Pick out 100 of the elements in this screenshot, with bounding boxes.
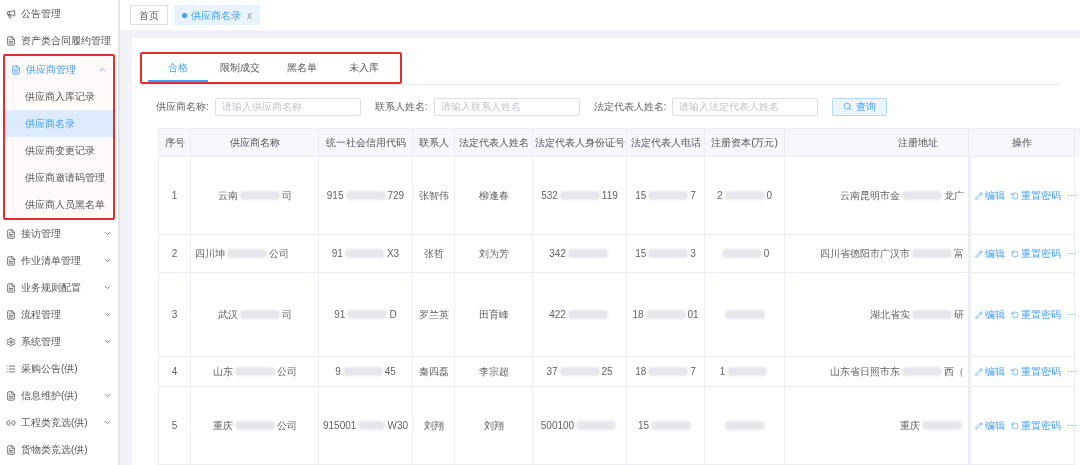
blurred-mask: [234, 367, 275, 376]
reset-password-link[interactable]: 重置密码: [1011, 246, 1061, 261]
table-cell-text: 7: [690, 189, 696, 203]
table-cell-text: 45: [384, 365, 396, 379]
document-icon: [6, 228, 16, 239]
column-header: 法定代表人电话: [630, 136, 701, 150]
sidebar-item[interactable]: 业务规则配置: [0, 274, 118, 301]
blurred-mask: [902, 367, 942, 376]
reset-password-link[interactable]: 重置密码: [1011, 364, 1061, 379]
table-cell-text: 公司: [269, 247, 289, 261]
sidebar-item[interactable]: 作业清单管理: [0, 247, 118, 274]
edit-link[interactable]: 编辑: [975, 246, 1005, 261]
reset-icon: [1011, 249, 1019, 258]
chevron-down-icon: [103, 418, 112, 427]
table-cell-text: 罗兰英: [418, 308, 449, 322]
more-button[interactable]: ⋯: [1067, 418, 1077, 433]
table-cell-text: 18: [632, 308, 644, 322]
more-button[interactable]: ⋯: [1067, 188, 1077, 203]
pencil-icon: [975, 367, 983, 376]
blurred-mask: [902, 191, 942, 200]
blurred-mask: [567, 310, 608, 319]
table-cell-text: 729: [387, 189, 405, 203]
sidebar-item[interactable]: 系统管理: [0, 328, 118, 355]
table-cell-text: 重庆: [900, 419, 920, 433]
sidebar-item[interactable]: 流程管理: [0, 301, 118, 328]
table-cell-text: 刘为芳: [478, 247, 509, 261]
chevron-down-icon: [103, 283, 112, 292]
status-tab[interactable]: 合格: [148, 54, 208, 82]
chevron-down-icon: [103, 391, 112, 400]
sidebar-subitem[interactable]: 供应商名录: [5, 110, 113, 137]
blurred-mask: [342, 367, 383, 376]
table-cell-text: 91: [334, 308, 346, 322]
sidebar-subitem[interactable]: 供应商邀请码管理: [5, 164, 113, 191]
status-tab[interactable]: 未入库: [334, 54, 394, 82]
chevron-down-icon: [103, 337, 112, 346]
sidebar-subitem[interactable]: 供应商变更记录: [5, 137, 113, 164]
settings-icon: [6, 336, 16, 347]
table-cell-text: 2: [171, 247, 178, 261]
chevron-down-icon: [103, 256, 112, 265]
edit-link[interactable]: 编辑: [975, 188, 1005, 203]
blurred-mask: [645, 310, 686, 319]
blurred-mask: [648, 249, 689, 258]
table-cell-text: 云南昆明市金: [840, 189, 900, 203]
sidebar-item[interactable]: 工程类竞选(供): [0, 409, 118, 436]
blurred-mask: [651, 421, 692, 430]
blurred-mask: [922, 421, 962, 430]
table-cell-text: 25: [601, 365, 613, 379]
page-tab[interactable]: 首页: [130, 5, 168, 25]
blurred-mask: [724, 310, 765, 319]
table-cell-text: 四川坤: [195, 247, 225, 261]
sidebar-item[interactable]: 供应商管理: [5, 56, 113, 83]
table-cell-text: 1: [171, 189, 178, 203]
sidebar-subitem[interactable]: 供应商人员黑名单: [5, 191, 113, 218]
sidebar-subitem[interactable]: 供应商入库记录: [5, 83, 113, 110]
edit-link[interactable]: 编辑: [975, 364, 1005, 379]
blurred-mask: [724, 421, 765, 430]
status-tab[interactable]: 黑名单: [272, 54, 332, 82]
table-cell-text: 云南: [217, 189, 238, 203]
column-header: 法定代表人姓名: [458, 136, 529, 150]
edit-link[interactable]: 编辑: [975, 307, 1005, 322]
search-button[interactable]: 查询: [832, 97, 888, 116]
sidebar-item[interactable]: 货物类竞选(供): [0, 436, 118, 463]
more-button[interactable]: ⋯: [1067, 364, 1077, 379]
column-header: 供应商名称: [229, 136, 280, 150]
table-cell-text: 山东: [212, 365, 233, 379]
column-header: 统一社会信用代码: [325, 136, 406, 150]
filter-label: 法定代表人姓名:: [593, 100, 667, 114]
sidebar-item[interactable]: 接访管理: [0, 220, 118, 247]
table-cell-text: 15: [637, 419, 650, 433]
table-cell-text: 刘翔: [483, 419, 504, 433]
blurred-mask: [648, 191, 689, 200]
more-button[interactable]: ⋯: [1067, 246, 1077, 261]
table-cell-text: 张哲: [423, 247, 444, 261]
sidebar-item[interactable]: 采购公告(供): [0, 355, 118, 382]
reset-password-link[interactable]: 重置密码: [1011, 307, 1061, 322]
table-cell-text: 18: [635, 365, 647, 379]
reset-password-link[interactable]: 重置密码: [1011, 418, 1061, 433]
table-cell-text: 91: [331, 247, 343, 261]
table-cell-text: 武汉: [217, 308, 238, 322]
pencil-icon: [975, 310, 983, 319]
sidebar-item[interactable]: 资产类合同履约管理: [0, 27, 118, 54]
table-cell-text: 柳逢春: [478, 189, 509, 203]
table-cell-text: 15: [635, 247, 647, 261]
close-tab-button[interactable]: x: [247, 7, 252, 23]
table-cell-text: D: [389, 308, 397, 322]
status-tab[interactable]: 限制成交: [210, 54, 270, 82]
blurred-mask: [345, 191, 386, 200]
reset-password-link[interactable]: 重置密码: [1011, 188, 1061, 203]
document-icon: [6, 282, 16, 293]
blurred-mask: [239, 310, 280, 319]
edit-link[interactable]: 编辑: [975, 418, 1005, 433]
more-button[interactable]: ⋯: [1067, 307, 1077, 322]
sidebar-item[interactable]: 公告管理: [0, 0, 118, 27]
blurred-mask: [576, 421, 617, 430]
pencil-icon: [975, 249, 983, 258]
sidebar-item[interactable]: 信息维护(供): [0, 382, 118, 409]
table-cell-text: 532: [541, 189, 558, 203]
table-cell-text: 研: [954, 308, 964, 322]
page-tab[interactable]: 供应商名录 x: [174, 5, 260, 25]
document-icon: [6, 309, 16, 320]
